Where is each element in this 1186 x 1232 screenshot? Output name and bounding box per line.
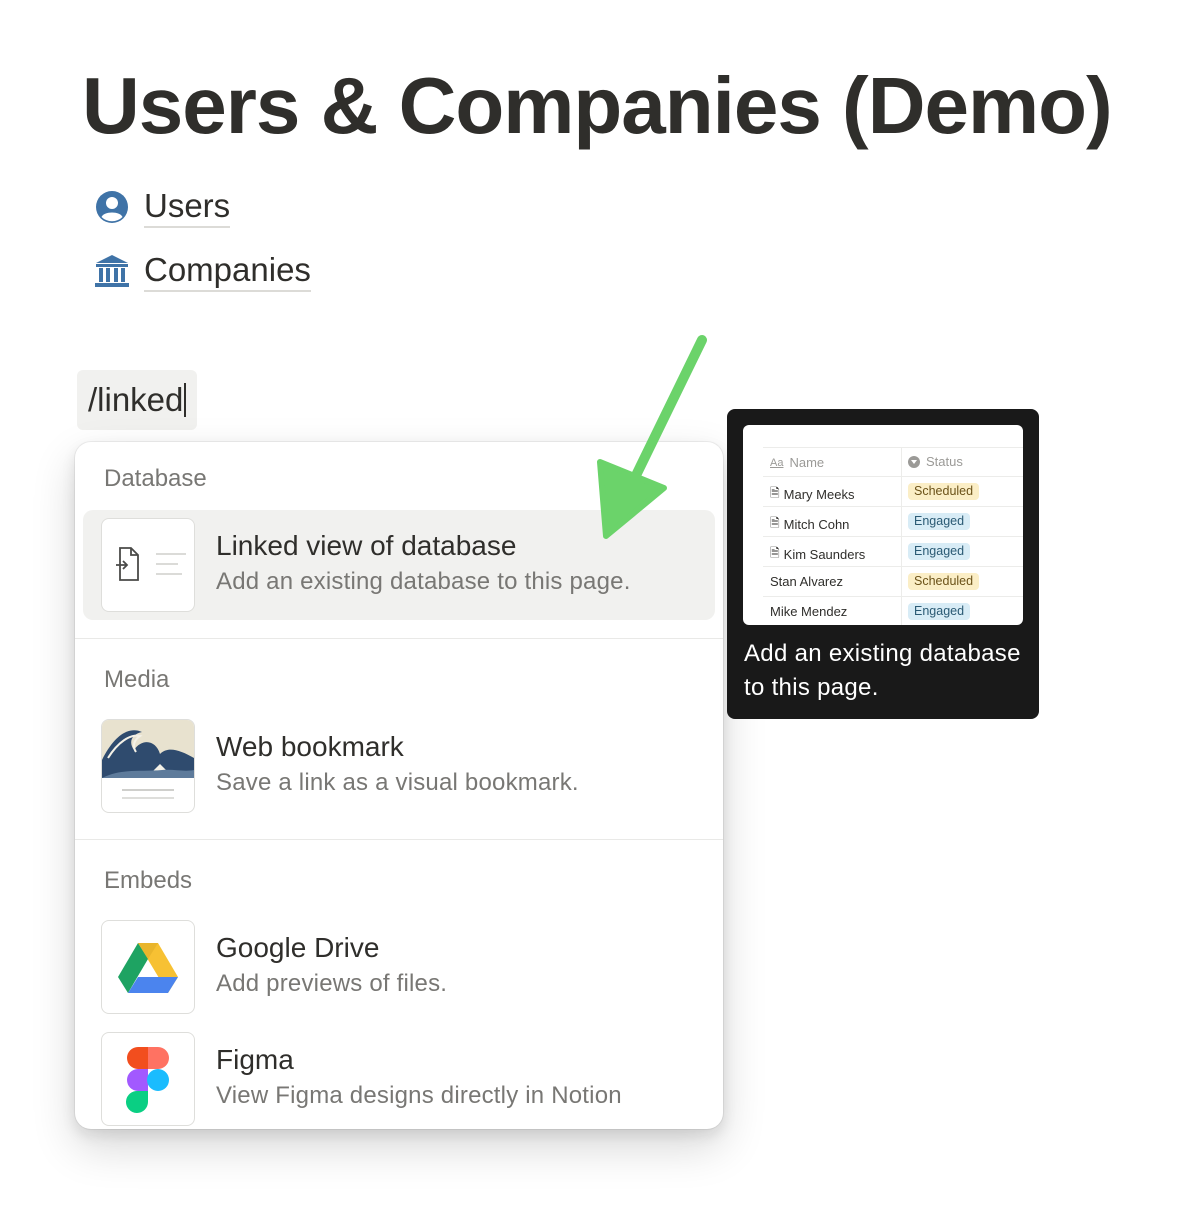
slash-command-text: /linked [88, 381, 184, 418]
menu-item-title: Linked view of database [216, 530, 517, 561]
database-preview: Aa Name Status 🗎 Mary Meeks Scheduled 🗎 Mi… [743, 425, 1023, 625]
menu-item-google-drive[interactable]: Google Drive Add previews of files. [83, 912, 715, 1022]
menu-item-figma[interactable]: Figma View Figma designs directly in Not… [83, 1024, 715, 1129]
status-badge: Engaged [908, 543, 971, 560]
page-icon: 🗎 [770, 486, 780, 500]
bank-icon [94, 253, 130, 289]
column-header-name: Name [789, 455, 825, 470]
section-header-media: Media [104, 666, 170, 693]
preview-tooltip: Aa Name Status 🗎 Mary Meeks Scheduled 🗎 Mi… [727, 409, 1039, 719]
menu-item-description: Add an existing database to this page. [216, 568, 631, 595]
column-header-status: Status [926, 454, 963, 469]
menu-item-description: Save a link as a visual bookmark. [216, 769, 579, 796]
page-icon: 🗎 [770, 546, 780, 560]
page-link-label: Companies [144, 250, 311, 292]
bookmark-thumbnail-icon [101, 719, 195, 813]
page-link-companies[interactable]: Companies [94, 250, 311, 292]
menu-item-title: Figma [216, 1044, 294, 1075]
row-name: Kim Saunders [783, 547, 866, 562]
section-header-embeds: Embeds [104, 867, 193, 894]
menu-item-title: Google Drive [216, 932, 380, 963]
menu-item-description: Add previews of files. [216, 970, 448, 997]
text-property-icon: Aa [770, 456, 784, 469]
text-caret [184, 383, 187, 417]
status-badge: Scheduled [908, 483, 980, 500]
section-header-database: Database [104, 465, 207, 492]
table-row: Stan Alvarez Scheduled [763, 566, 1023, 596]
tooltip-text: Add an existing database to this page. [744, 640, 1021, 701]
table-row: Mike Mendez Engaged [763, 596, 1023, 625]
page-link-label: Users [144, 186, 231, 228]
linked-database-icon [101, 518, 195, 612]
slash-command-input[interactable]: /linked [77, 370, 198, 430]
status-badge: Scheduled [908, 573, 980, 590]
menu-item-web-bookmark[interactable]: Web bookmark Save a link as a visual boo… [83, 711, 715, 821]
section-divider [75, 839, 723, 840]
page-icon: 🗎 [770, 516, 780, 530]
status-badge: Engaged [908, 603, 971, 620]
table-row: 🗎 Kim Saunders Engaged [763, 536, 1023, 566]
user-circle-icon [94, 189, 130, 225]
preview-header-row: Aa Name Status [763, 447, 1023, 477]
row-name: Mary Meeks [783, 487, 855, 502]
table-row: 🗎 Mitch Cohn Engaged [763, 506, 1023, 536]
page-link-users[interactable]: Users [94, 186, 231, 228]
page-title: Users & Companies (Demo) [82, 61, 1113, 150]
google-drive-icon [101, 920, 195, 1014]
status-property-icon [908, 455, 920, 468]
menu-item-description: View Figma designs directly in Notion [216, 1082, 622, 1109]
row-name: Mitch Cohn [783, 517, 850, 532]
table-row: 🗎 Mary Meeks Scheduled [763, 476, 1023, 506]
figma-icon [101, 1032, 195, 1126]
green-arrow-annotation [597, 335, 707, 539]
row-name: Stan Alvarez [770, 574, 843, 589]
row-name: Mike Mendez [770, 604, 848, 619]
status-badge: Engaged [908, 513, 971, 530]
section-divider [75, 638, 723, 639]
menu-item-title: Web bookmark [216, 731, 404, 762]
